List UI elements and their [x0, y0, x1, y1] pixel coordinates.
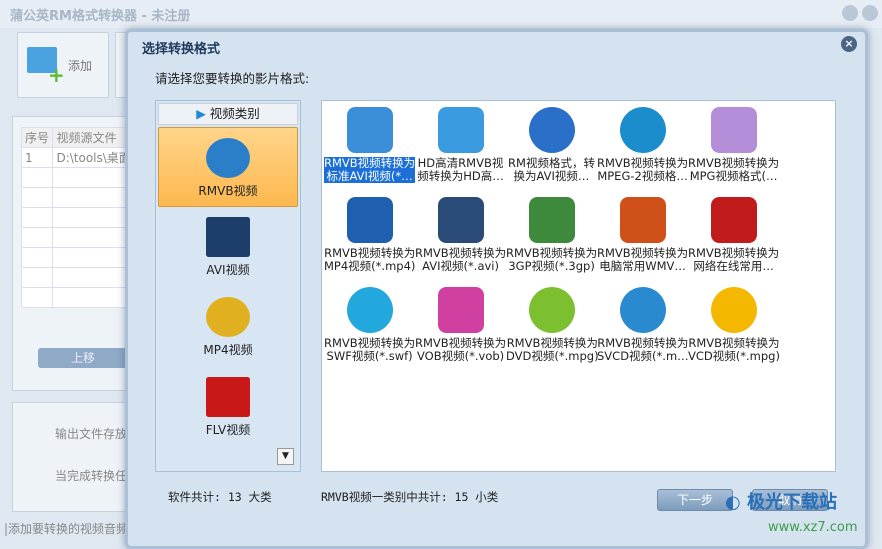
category-icon	[206, 217, 250, 257]
scroll-down-button[interactable]: ▼	[277, 448, 294, 465]
prompt-text: 请选择您要转换的影片格式:	[155, 71, 310, 86]
format-item[interactable]: RMVB视频转换为 MP4视频(*.mp4)	[324, 193, 415, 281]
format-icon	[437, 197, 484, 243]
category-label: RMVB视频	[198, 184, 258, 198]
dialog-title: 选择转换格式	[142, 42, 221, 57]
format-label: RMVB视频转换为 电脑常用WMV…	[597, 247, 689, 273]
main-window-title: 蒲公英RM格式转换器 - 未注册	[0, 0, 882, 28]
format-label: RMVB视频转换为 SVCD视频(*.m…	[597, 337, 689, 363]
format-item[interactable]: RMVB视频转换为 DVD视频(*.mpg)	[506, 283, 599, 371]
play-icon: ▶	[196, 106, 206, 121]
format-icon	[710, 197, 757, 243]
add-label: 添加	[68, 59, 93, 73]
cell-index: 1	[20, 147, 54, 168]
category-item[interactable]: RMVB视频	[158, 127, 298, 207]
category-label: MP4视频	[203, 343, 253, 357]
watermark-logo: ◐ 极光下载站	[725, 492, 837, 513]
format-label: RMVB视频转换为 AVI视频(*.avi)	[415, 247, 507, 273]
subcategory-count: RMVB视频一类别中共计: 15 小类	[321, 490, 499, 504]
format-label: RMVB视频转换为 VCD视频(*.mpg)	[688, 337, 780, 363]
format-item[interactable]: RMVB视频转换为 SVCD视频(*.m…	[597, 283, 689, 371]
format-item[interactable]: RMVB视频转换为 VCD视频(*.mpg)	[688, 283, 780, 371]
category-icon	[206, 377, 250, 417]
cell-source: D:\tools\桌面	[52, 147, 136, 168]
format-item[interactable]: HD高清RMVB视 频转换为HD高…	[415, 103, 506, 191]
next-button[interactable]: 下一步	[657, 489, 733, 511]
close-icon[interactable]: ×	[841, 36, 857, 52]
format-item[interactable]: RMVB视频转换为 电脑常用WMV…	[597, 193, 688, 281]
format-icon	[528, 107, 575, 153]
format-grid: RMVB视频转换为 标准AVI视频(*… HD高清RMVB视 频转换为HD高… RM…	[321, 100, 836, 472]
output-label: 输出文件存放	[55, 427, 128, 441]
format-item[interactable]: RMVB视频转换为 SWF视频(*.swf)	[324, 283, 415, 371]
format-icon	[619, 287, 666, 333]
format-label: RMVB视频转换为 DVD视频(*.mpg)	[506, 337, 599, 363]
total-categories: 软件共计: 13 大类	[168, 490, 272, 504]
category-icon	[206, 297, 250, 337]
format-item[interactable]: RMVB视频转换为 标准AVI视频(*…	[324, 103, 416, 191]
category-icon	[206, 138, 250, 178]
format-label: RMVB视频转换为 MPG视频格式(…	[688, 157, 780, 183]
format-item[interactable]: RMVB视频转换为 MPG视频格式(…	[688, 103, 779, 191]
format-label: RMVB视频转换为 3GP视频(*.3gp)	[506, 247, 598, 273]
format-item[interactable]: RM视频格式，转 换为AVI视频…	[506, 103, 597, 191]
format-label: RMVB视频转换为 MP4视频(*.mp4)	[324, 247, 416, 273]
format-icon	[346, 107, 393, 153]
format-item[interactable]: RMVB视频转换为 AVI视频(*.avi)	[415, 193, 506, 281]
category-label: AVI视频	[206, 263, 250, 277]
format-item[interactable]: RMVB视频转换为 MPEG-2视频格…	[597, 103, 688, 191]
format-icon	[710, 287, 757, 333]
format-label: RMVB视频转换为 网络在线常用…	[688, 247, 780, 273]
format-icon	[346, 287, 393, 333]
output-settings: 输出文件存放 当完成转换任	[12, 402, 132, 512]
format-icon	[346, 197, 393, 243]
watermark-url: www.xz7.com	[768, 520, 858, 535]
minimize-button[interactable]	[842, 5, 858, 21]
add-button[interactable]: + 添加	[17, 32, 109, 98]
format-icon	[528, 287, 575, 333]
format-item[interactable]: RMVB视频转换为 VOB视频(*.vob)	[415, 283, 506, 371]
format-label: RMVB视频转换为 VOB视频(*.vob)	[415, 337, 507, 363]
category-label: FLV视频	[205, 423, 251, 437]
format-label: RMVB视频转换为 SWF视频(*.swf)	[324, 337, 416, 363]
table-row[interactable]: 1 D:\tools\桌面	[20, 147, 136, 168]
format-icon	[437, 107, 484, 153]
format-icon	[528, 197, 575, 243]
plus-icon: +	[48, 63, 65, 87]
format-label: HD高清RMVB视 频转换为HD高…	[417, 157, 504, 183]
format-label: RM视频格式，转 换为AVI视频…	[508, 157, 595, 183]
category-header[interactable]: ▶ 视频类别	[158, 103, 298, 125]
status-bar: |添加要转换的视频音频	[4, 522, 129, 536]
format-icon	[437, 287, 484, 333]
complete-label: 当完成转换任	[55, 469, 128, 483]
category-item[interactable]: FLV视频	[158, 367, 298, 447]
format-icon	[619, 107, 666, 153]
category-panel: ▶ 视频类别 RMVB视频 AVI视频 MP4视频 FLV视频 ▼	[155, 100, 301, 472]
format-label: RMVB视频转换为 MPEG-2视频格…	[597, 157, 689, 183]
format-item[interactable]: RMVB视频转换为 网络在线常用…	[688, 193, 779, 281]
select-format-dialog: 选择转换格式 × 请选择您要转换的影片格式: ▶ 视频类别 RMVB视频 AVI视…	[125, 29, 868, 549]
category-item[interactable]: AVI视频	[158, 207, 298, 287]
format-label: RMVB视频转换为 标准AVI视频(*…	[324, 157, 416, 183]
move-up-button[interactable]: 上移	[38, 348, 128, 368]
category-header-label: 视频类别	[209, 106, 260, 121]
col-source: 视频源文件	[52, 127, 136, 148]
format-item[interactable]: RMVB视频转换为 3GP视频(*.3gp)	[506, 193, 597, 281]
col-index: 序号	[20, 127, 54, 148]
format-icon	[619, 197, 666, 243]
category-item[interactable]: MP4视频	[158, 287, 298, 367]
format-icon	[710, 107, 757, 153]
close-main-button[interactable]	[862, 5, 878, 21]
